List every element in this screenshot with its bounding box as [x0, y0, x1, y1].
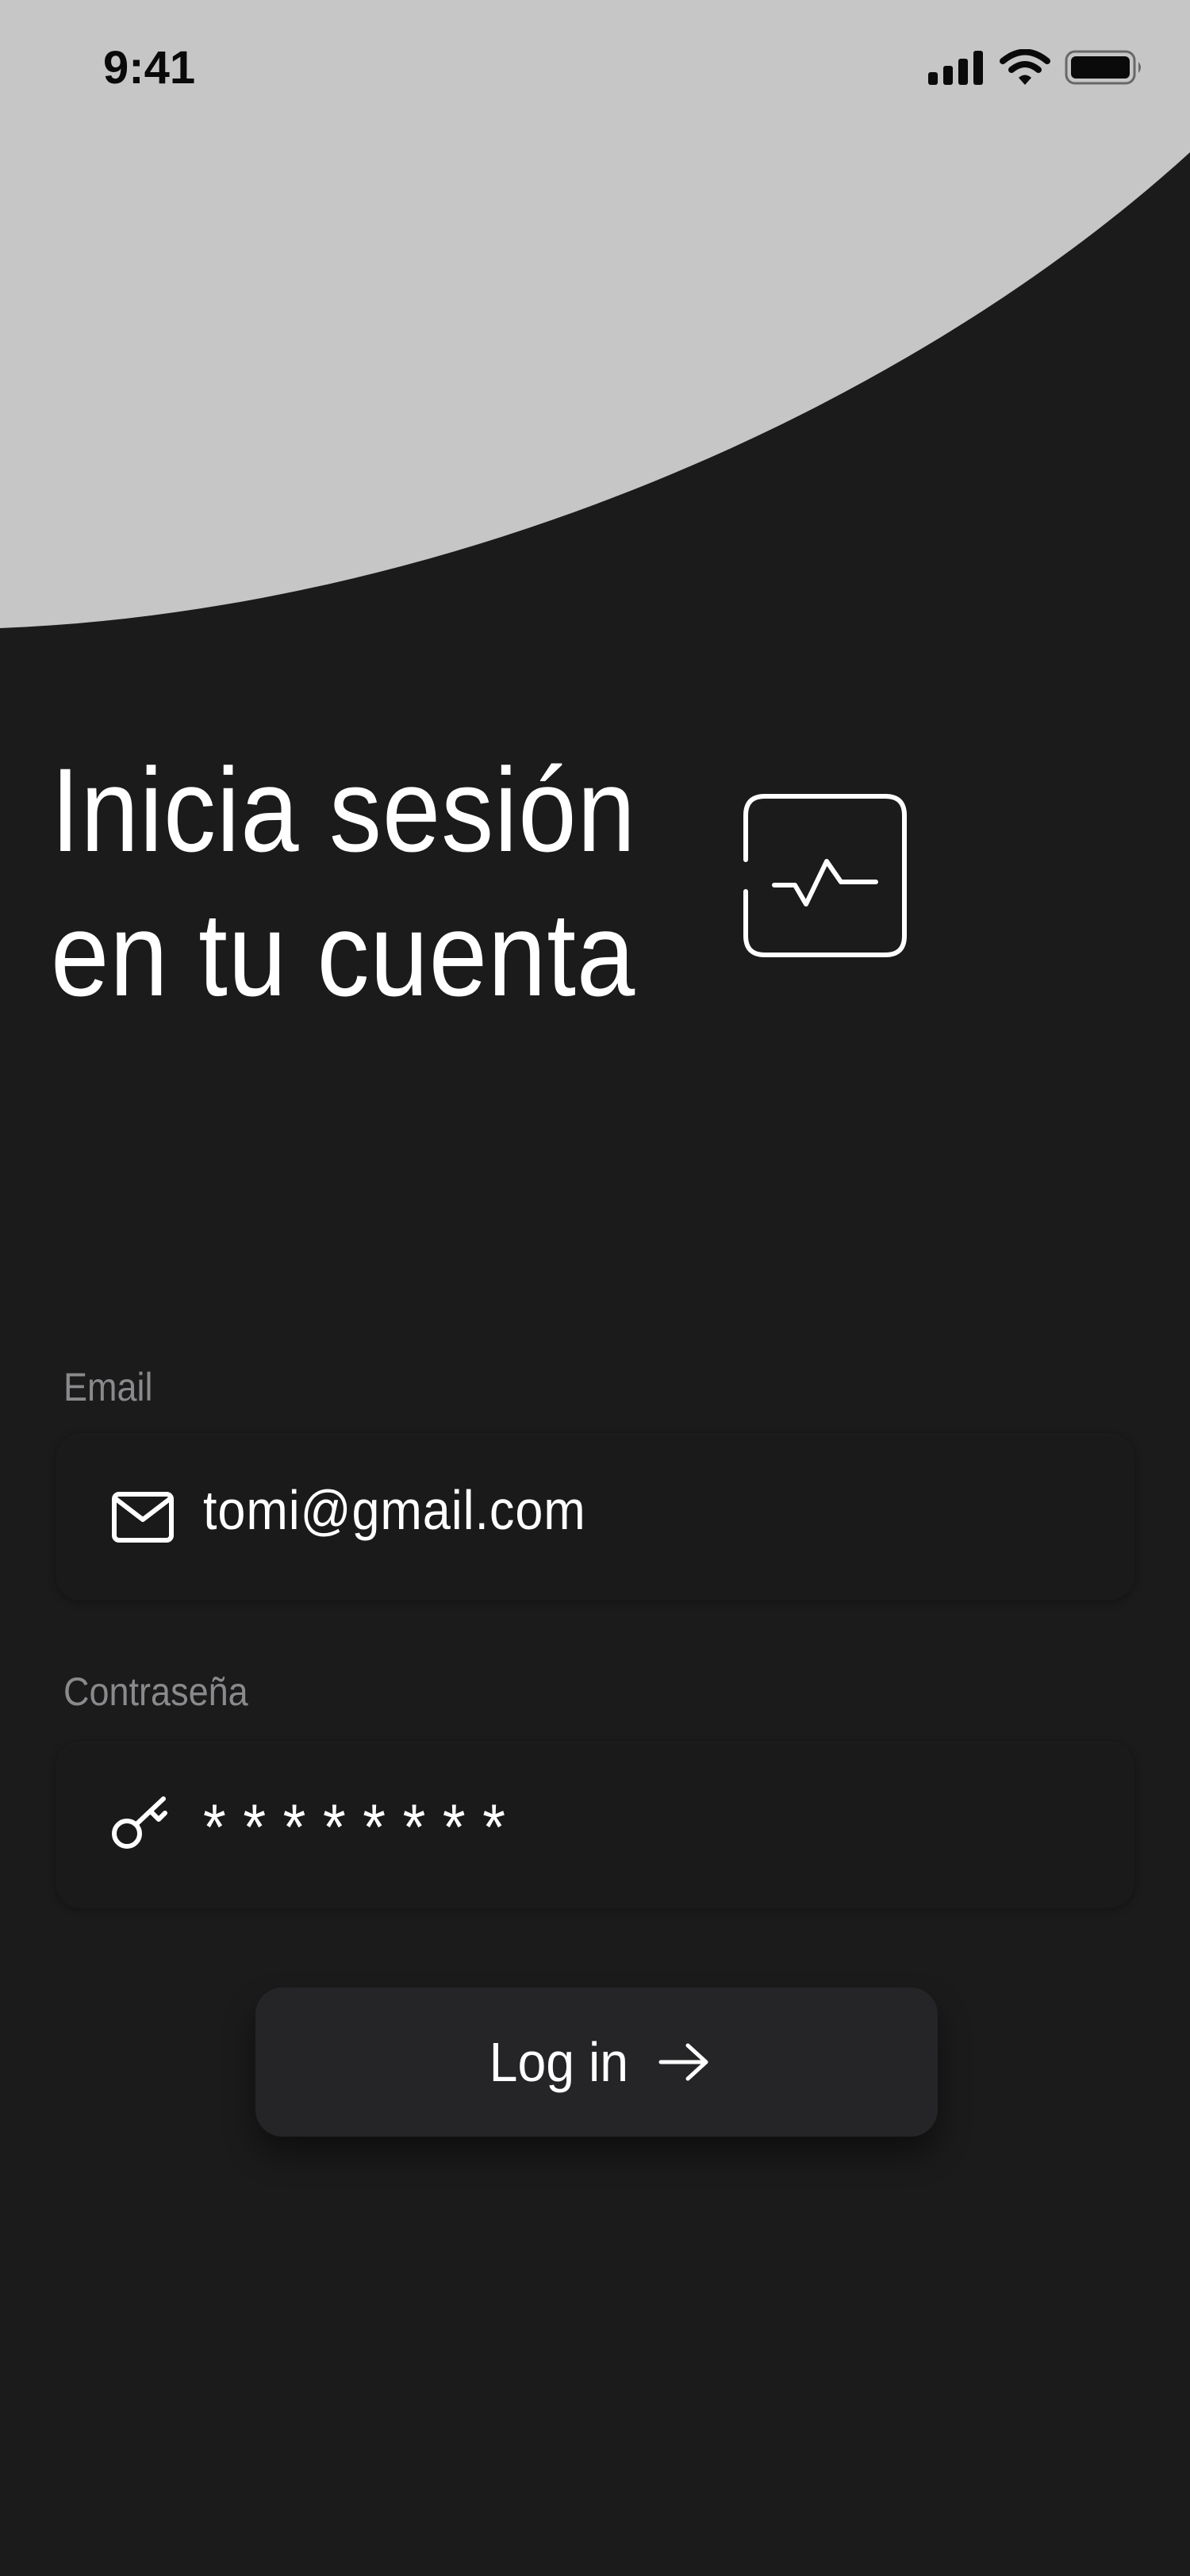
email-value: tomi@gmail.com	[203, 1479, 586, 1541]
wifi-icon	[1000, 48, 1050, 90]
page-title: Inicia sesión en tu cuenta	[51, 738, 637, 1026]
key-icon	[112, 1796, 167, 1849]
mail-icon	[112, 1492, 174, 1543]
email-field[interactable]: tomi@gmail.com	[56, 1434, 1134, 1600]
status-icons	[928, 48, 1144, 90]
pulse-wave-icon	[743, 794, 907, 957]
cellular-signal-icon	[928, 50, 985, 89]
password-field[interactable]: ********	[56, 1742, 1134, 1908]
login-screen: 9:41 Inicia sesión en tu cuenta Email to…	[0, 0, 1190, 2576]
password-value: ********	[203, 1792, 523, 1864]
status-time: 9:41	[103, 42, 196, 94]
login-button[interactable]: Log in	[255, 1988, 938, 2137]
status-bar: 9:41	[0, 0, 1190, 143]
page-title-line-1: Inicia sesión	[51, 743, 636, 876]
battery-icon	[1065, 49, 1144, 90]
arrow-right-icon	[658, 2043, 708, 2081]
password-label: Contraseña	[63, 1669, 248, 1714]
email-label: Email	[63, 1365, 153, 1409]
login-button-label: Log in	[489, 2031, 628, 2093]
page-title-line-2: en tu cuenta	[51, 887, 636, 1021]
